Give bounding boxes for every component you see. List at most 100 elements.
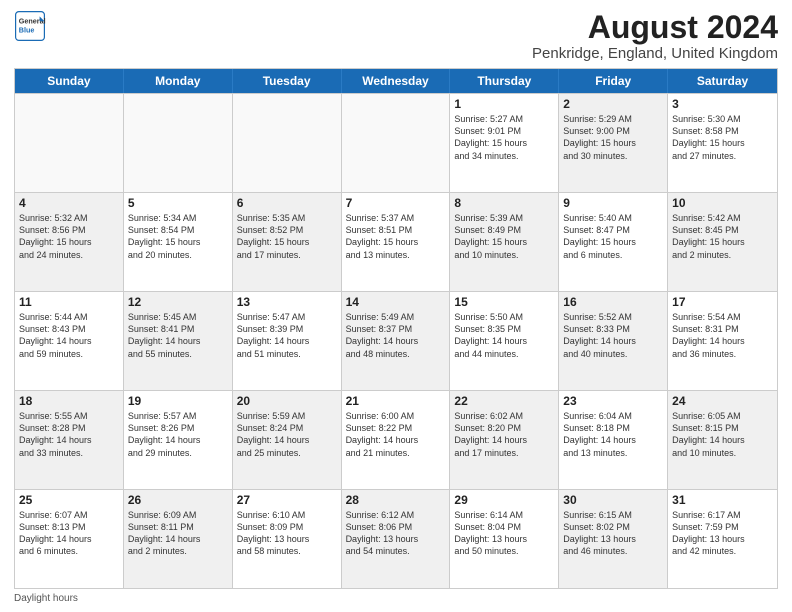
- calendar-cell-20: 20 Sunrise: 5:59 AM Sunset: 8:24 PM Dayli…: [233, 391, 342, 489]
- calendar: SundayMondayTuesdayWednesdayThursdayFrid…: [14, 68, 778, 589]
- day-info: Sunrise: 6:10 AM Sunset: 8:09 PM Dayligh…: [237, 509, 337, 558]
- day-info: Sunrise: 5:47 AM Sunset: 8:39 PM Dayligh…: [237, 311, 337, 360]
- calendar-row-2: 4 Sunrise: 5:32 AM Sunset: 8:56 PM Daylig…: [15, 192, 777, 291]
- header-day-tuesday: Tuesday: [233, 69, 342, 93]
- calendar-cell-16: 16Sunrise: 5:52 AM Sunset: 8:33 PM Dayli…: [559, 292, 668, 390]
- day-number: 14: [346, 295, 446, 309]
- day-number: 16: [563, 295, 663, 309]
- day-info: Sunrise: 5:50 AM Sunset: 8:35 PM Dayligh…: [454, 311, 554, 360]
- logo: General Blue: [14, 10, 46, 42]
- day-info: Sunrise: 5:34 AM Sunset: 8:54 PM Dayligh…: [128, 212, 228, 261]
- header-day-sunday: Sunday: [15, 69, 124, 93]
- day-info: Sunrise: 5:59 AM Sunset: 8:24 PM Dayligh…: [237, 410, 337, 459]
- day-number: 1: [454, 97, 554, 111]
- calendar-cell-11: 11 Sunrise: 5:44 AM Sunset: 8:43 PM Dayli…: [15, 292, 124, 390]
- calendar-cell-3: 3Sunrise: 5:30 AM Sunset: 8:58 PM Daylig…: [668, 94, 777, 192]
- day-info: Sunrise: 5:57 AM Sunset: 8:26 PM Dayligh…: [128, 410, 228, 459]
- day-number: 11: [19, 295, 119, 309]
- calendar-cell-15: 15 Sunrise: 5:50 AM Sunset: 8:35 PM Dayli…: [450, 292, 559, 390]
- day-info: Sunrise: 5:42 AM Sunset: 8:45 PM Dayligh…: [672, 212, 773, 261]
- day-number: 20: [237, 394, 337, 408]
- day-info: Sunrise: 5:32 AM Sunset: 8:56 PM Dayligh…: [19, 212, 119, 261]
- calendar-row-5: 25 Sunrise: 6:07 AM Sunset: 8:13 PM Dayli…: [15, 489, 777, 588]
- day-info: Sunrise: 6:17 AM Sunset: 7:59 PM Dayligh…: [672, 509, 773, 558]
- day-number: 2: [563, 97, 663, 111]
- title-block: August 2024 Penkridge, England, United K…: [532, 10, 778, 62]
- day-info: Sunrise: 5:27 AM Sunset: 9:01 PM Dayligh…: [454, 113, 554, 162]
- calendar-cell-empty: [15, 94, 124, 192]
- calendar-cell-21: 21Sunrise: 6:00 AM Sunset: 8:22 PM Dayli…: [342, 391, 451, 489]
- day-number: 22: [454, 394, 554, 408]
- calendar-cell-29: 29Sunrise: 6:14 AM Sunset: 8:04 PM Dayli…: [450, 490, 559, 588]
- calendar-cell-empty: [233, 94, 342, 192]
- day-info: Sunrise: 5:39 AM Sunset: 8:49 PM Dayligh…: [454, 212, 554, 261]
- calendar-cell-23: 23 Sunrise: 6:04 AM Sunset: 8:18 PM Dayli…: [559, 391, 668, 489]
- day-info: Sunrise: 6:07 AM Sunset: 8:13 PM Dayligh…: [19, 509, 119, 558]
- day-number: 12: [128, 295, 228, 309]
- day-number: 29: [454, 493, 554, 507]
- day-number: 28: [346, 493, 446, 507]
- footer-note: Daylight hours: [14, 593, 778, 604]
- day-info: Sunrise: 5:54 AM Sunset: 8:31 PM Dayligh…: [672, 311, 773, 360]
- calendar-cell-4: 4 Sunrise: 5:32 AM Sunset: 8:56 PM Daylig…: [15, 193, 124, 291]
- day-number: 10: [672, 196, 773, 210]
- calendar-cell-18: 18Sunrise: 5:55 AM Sunset: 8:28 PM Dayli…: [15, 391, 124, 489]
- day-info: Sunrise: 6:12 AM Sunset: 8:06 PM Dayligh…: [346, 509, 446, 558]
- day-number: 21: [346, 394, 446, 408]
- day-number: 4: [19, 196, 119, 210]
- day-number: 5: [128, 196, 228, 210]
- day-number: 26: [128, 493, 228, 507]
- svg-text:Blue: Blue: [19, 25, 35, 34]
- calendar-row-4: 18Sunrise: 5:55 AM Sunset: 8:28 PM Dayli…: [15, 390, 777, 489]
- subtitle: Penkridge, England, United Kingdom: [532, 45, 778, 62]
- calendar-cell-19: 19 Sunrise: 5:57 AM Sunset: 8:26 PM Dayli…: [124, 391, 233, 489]
- day-info: Sunrise: 5:49 AM Sunset: 8:37 PM Dayligh…: [346, 311, 446, 360]
- header-day-wednesday: Wednesday: [342, 69, 451, 93]
- calendar-cell-7: 7 Sunrise: 5:37 AM Sunset: 8:51 PM Daylig…: [342, 193, 451, 291]
- calendar-cell-27: 27Sunrise: 6:10 AM Sunset: 8:09 PM Dayli…: [233, 490, 342, 588]
- calendar-cell-13: 13Sunrise: 5:47 AM Sunset: 8:39 PM Dayli…: [233, 292, 342, 390]
- calendar-cell-6: 6 Sunrise: 5:35 AM Sunset: 8:52 PM Daylig…: [233, 193, 342, 291]
- calendar-cell-17: 17Sunrise: 5:54 AM Sunset: 8:31 PM Dayli…: [668, 292, 777, 390]
- calendar-cell-24: 24Sunrise: 6:05 AM Sunset: 8:15 PM Dayli…: [668, 391, 777, 489]
- calendar-cell-10: 10 Sunrise: 5:42 AM Sunset: 8:45 PM Dayli…: [668, 193, 777, 291]
- day-number: 31: [672, 493, 773, 507]
- logo-icon: General Blue: [14, 10, 46, 42]
- calendar-cell-9: 9Sunrise: 5:40 AM Sunset: 8:47 PM Daylig…: [559, 193, 668, 291]
- calendar-body: 1 Sunrise: 5:27 AM Sunset: 9:01 PM Daylig…: [15, 93, 777, 588]
- day-number: 25: [19, 493, 119, 507]
- day-info: Sunrise: 5:30 AM Sunset: 8:58 PM Dayligh…: [672, 113, 773, 162]
- calendar-cell-empty: [124, 94, 233, 192]
- day-info: Sunrise: 5:55 AM Sunset: 8:28 PM Dayligh…: [19, 410, 119, 459]
- day-info: Sunrise: 6:05 AM Sunset: 8:15 PM Dayligh…: [672, 410, 773, 459]
- calendar-cell-14: 14 Sunrise: 5:49 AM Sunset: 8:37 PM Dayli…: [342, 292, 451, 390]
- calendar-header: SundayMondayTuesdayWednesdayThursdayFrid…: [15, 69, 777, 93]
- calendar-cell-12: 12Sunrise: 5:45 AM Sunset: 8:41 PM Dayli…: [124, 292, 233, 390]
- calendar-cell-8: 8 Sunrise: 5:39 AM Sunset: 8:49 PM Daylig…: [450, 193, 559, 291]
- header: General Blue August 2024 Penkridge, Engl…: [14, 10, 778, 62]
- calendar-cell-22: 22Sunrise: 6:02 AM Sunset: 8:20 PM Dayli…: [450, 391, 559, 489]
- day-number: 8: [454, 196, 554, 210]
- day-number: 19: [128, 394, 228, 408]
- calendar-cell-2: 2Sunrise: 5:29 AM Sunset: 9:00 PM Daylig…: [559, 94, 668, 192]
- header-day-saturday: Saturday: [668, 69, 777, 93]
- header-day-thursday: Thursday: [450, 69, 559, 93]
- calendar-cell-26: 26Sunrise: 6:09 AM Sunset: 8:11 PM Dayli…: [124, 490, 233, 588]
- calendar-cell-30: 30Sunrise: 6:15 AM Sunset: 8:02 PM Dayli…: [559, 490, 668, 588]
- day-number: 6: [237, 196, 337, 210]
- calendar-cell-5: 5 Sunrise: 5:34 AM Sunset: 8:54 PM Daylig…: [124, 193, 233, 291]
- day-number: 7: [346, 196, 446, 210]
- day-info: Sunrise: 6:04 AM Sunset: 8:18 PM Dayligh…: [563, 410, 663, 459]
- calendar-cell-31: 31 Sunrise: 6:17 AM Sunset: 7:59 PM Dayli…: [668, 490, 777, 588]
- calendar-row-3: 11 Sunrise: 5:44 AM Sunset: 8:43 PM Dayli…: [15, 291, 777, 390]
- day-info: Sunrise: 5:35 AM Sunset: 8:52 PM Dayligh…: [237, 212, 337, 261]
- header-day-monday: Monday: [124, 69, 233, 93]
- calendar-row-1: 1 Sunrise: 5:27 AM Sunset: 9:01 PM Daylig…: [15, 93, 777, 192]
- day-info: Sunrise: 5:40 AM Sunset: 8:47 PM Dayligh…: [563, 212, 663, 261]
- day-info: Sunrise: 5:37 AM Sunset: 8:51 PM Dayligh…: [346, 212, 446, 261]
- day-info: Sunrise: 6:15 AM Sunset: 8:02 PM Dayligh…: [563, 509, 663, 558]
- day-number: 23: [563, 394, 663, 408]
- day-number: 15: [454, 295, 554, 309]
- day-info: Sunrise: 5:44 AM Sunset: 8:43 PM Dayligh…: [19, 311, 119, 360]
- calendar-cell-1: 1 Sunrise: 5:27 AM Sunset: 9:01 PM Daylig…: [450, 94, 559, 192]
